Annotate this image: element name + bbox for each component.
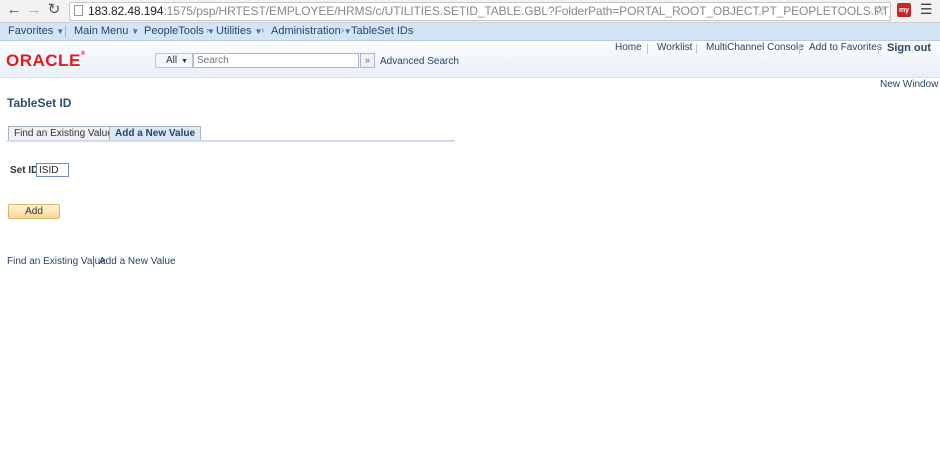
divider [93,256,94,267]
chevron-down-icon: ▼ [56,27,65,36]
breadcrumb-current[interactable]: TableSet IDs [351,25,413,37]
search-input[interactable] [193,53,359,68]
divider [878,44,879,54]
tab-add-new-value[interactable]: Add a New Value [109,126,202,141]
multichannel-console-link[interactable]: MultiChannel Console [706,42,804,53]
divider [799,44,800,54]
find-existing-value-link[interactable]: Find an Existing Value [7,256,106,267]
advanced-search-link[interactable]: Advanced Search [380,56,459,67]
favorites-menu[interactable]: Favorites ▼ [8,25,64,37]
add-to-favorites-link[interactable]: Add to Favorites [809,42,882,53]
divider [696,44,697,54]
add-new-value-link[interactable]: Add a New Value [99,256,176,267]
search-scope-select[interactable]: All ▼ [155,53,193,68]
add-button[interactable]: Add [8,204,60,219]
breadcrumb-utilities[interactable]: Utilities ▼ [216,25,262,37]
page-title: TableSet ID [7,96,72,110]
home-link[interactable]: Home [615,42,642,53]
bookmark-star-icon[interactable]: ☆ [873,3,886,19]
breadcrumb-separator-icon: › [206,25,210,36]
new-window-link[interactable]: New Window [880,79,938,90]
tab-find-existing-value[interactable]: Find an Existing Value [8,126,119,141]
main-menu[interactable]: Main Menu ▼ [74,25,139,37]
divider [647,44,648,54]
oracle-logo: ORACLE® [6,51,86,70]
url-text: 183.82.48.194:1575/psp/HRTEST/EMPLOYEE/H… [88,4,890,18]
address-bar[interactable]: 183.82.48.194:1575/psp/HRTEST/EMPLOYEE/H… [69,2,891,21]
breadcrumb-separator-icon: › [133,25,137,36]
reload-icon[interactable]: ↻ [46,2,62,18]
extension-icon[interactable]: my [897,3,911,17]
breadcrumb-administration[interactable]: Administration ▼ [271,25,352,37]
sign-out-link[interactable]: Sign out [887,42,931,54]
browser-menu-icon[interactable]: ☰ [920,1,933,18]
chevron-down-icon: ▼ [181,58,189,65]
setid-input[interactable] [36,163,69,177]
search-go-icon[interactable]: » [360,53,375,68]
worklist-link[interactable]: Worklist [657,42,692,53]
breadcrumb-peopletools[interactable]: PeopleTools ▼ [144,25,215,37]
breadcrumb-separator-icon: › [341,25,345,36]
tab-underline [7,140,455,142]
portal-navbar: Favorites ▼ Main Menu ▼ › PeopleTools ▼ › U… [0,23,940,41]
browser-toolbar: ← → ↻ 183.82.48.194:1575/psp/HRTEST/EMPL… [0,0,940,23]
breadcrumb-separator-icon: › [261,25,265,36]
divider [65,26,66,37]
page-icon [74,5,83,16]
portal-header: ORACLE® All▼ » Advanced Search Home Work… [0,41,940,78]
back-arrow-icon[interactable]: ← [6,2,22,18]
forward-arrow-icon[interactable]: → [26,2,42,18]
